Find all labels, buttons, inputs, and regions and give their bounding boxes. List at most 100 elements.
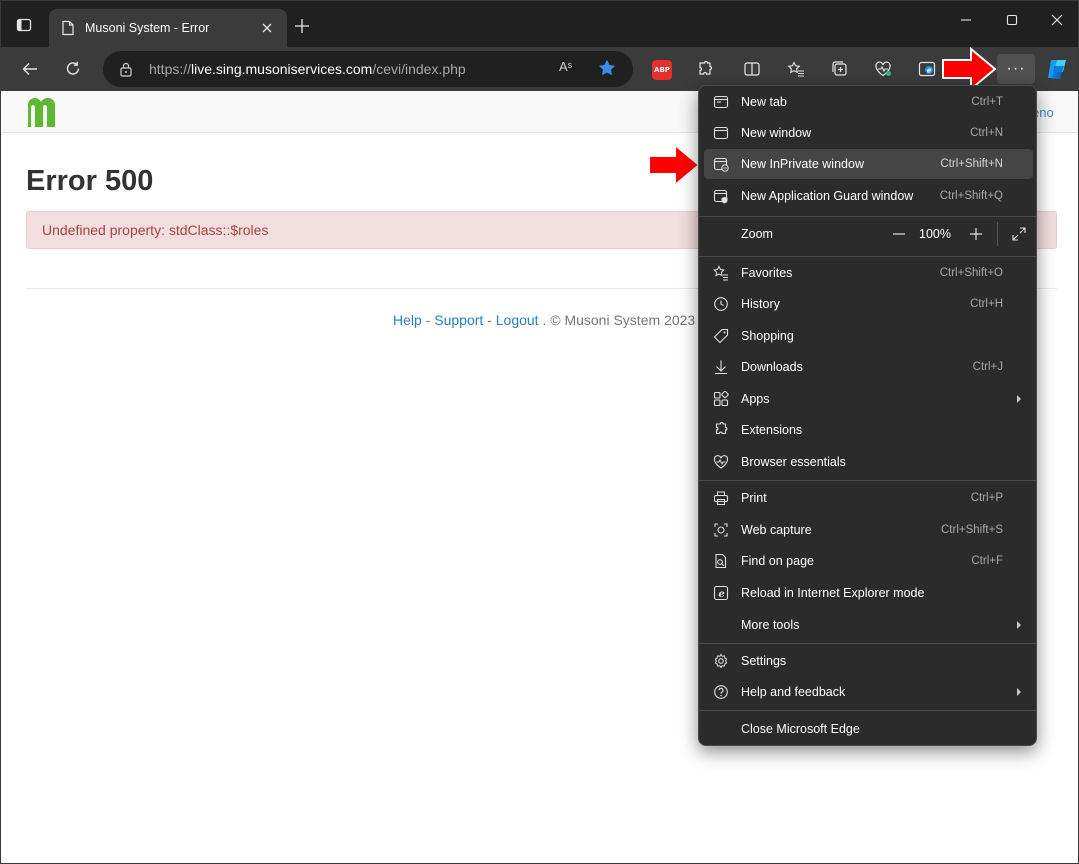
print-icon [712,489,730,507]
menu-item-label: Print [741,491,767,505]
logout-link[interactable]: Logout [496,312,539,328]
menu-item-new-inprivate-window[interactable]: New InPrivate window Ctrl+Shift+N [704,149,1033,179]
page-icon [61,20,75,36]
menu-item-shortcut: Ctrl+Shift+N [940,158,1003,170]
refresh-icon[interactable] [59,55,87,83]
history-icon [712,295,730,313]
url-scheme: https:// [149,61,192,77]
browser-window: Musoni System - Error https://live.sing.… [0,0,1079,864]
menu-item-label: Settings [741,654,787,668]
footer: Help - Support - Logout . © Musoni Syste… [393,312,695,328]
menu-item-settings[interactable]: Settings [704,646,1033,676]
menu-item-zoom: Zoom 100% [704,219,1033,249]
ie-mode-icon: e [712,584,730,602]
ie-mode-icon[interactable]: e [913,55,941,83]
more-options-button[interactable]: ··· [997,54,1035,84]
menu-item-extensions[interactable]: Extensions [704,415,1033,445]
menu-item-reload-ie-mode[interactable]: e Reload in Internet Explorer mode [704,578,1033,608]
menu-item-shopping[interactable]: Shopping [704,321,1033,351]
menu-item-downloads[interactable]: Downloads Ctrl+J [704,352,1033,382]
lock-icon[interactable] [119,61,135,77]
menu-item-label: Browser essentials [741,455,846,469]
menu-item-new-window[interactable]: New window Ctrl+N [704,118,1033,148]
apps-icon [712,390,730,408]
back-arrow-icon[interactable] [16,55,44,83]
menu-item-favorites[interactable]: Favorites Ctrl+Shift+O [704,258,1033,288]
menu-separator [699,480,1036,481]
menu-item-shortcut: Ctrl+J [972,361,1003,373]
menu-item-web-capture[interactable]: Web capture Ctrl+Shift+S [704,515,1033,545]
split-screen-icon[interactable] [738,55,766,83]
tab-active[interactable]: Musoni System - Error [49,9,287,47]
menu-item-shortcut: Ctrl+N [970,127,1003,139]
menu-separator [699,216,1036,217]
menu-item-apps[interactable]: Apps [704,384,1033,414]
maximize-icon[interactable] [997,9,1027,31]
menu-item-label: Close Microsoft Edge [741,722,860,736]
help-icon [712,683,730,701]
new-tab-icon [712,93,730,111]
menu-item-help-and-feedback[interactable]: Help and feedback [704,677,1033,707]
tab-actions-icon[interactable] [13,14,35,36]
new-window-icon [712,124,730,142]
menu-item-new-application-guard-window[interactable]: New Application Guard window Ctrl+Shift+… [704,181,1033,211]
zoom-out-icon[interactable] [889,224,909,244]
menu-item-label: More tools [741,618,800,632]
extensions-icon[interactable] [691,55,719,83]
browser-essentials-icon[interactable] [869,55,897,83]
menu-item-label: New Application Guard window [741,189,914,203]
error-alert-text: Undefined property: stdClass::$roles [42,222,269,238]
chevron-right-icon [1015,393,1023,405]
extensions-icon [712,421,730,439]
heart-pulse-icon [712,453,730,471]
address-bar[interactable]: https://live.sing.musoniservices.com/cev… [103,51,633,87]
menu-item-label: History [741,297,780,311]
menu-item-label: Help and feedback [741,685,846,699]
new-tab-plus-icon[interactable] [291,15,313,37]
menu-item-label: New tab [741,95,787,109]
menu-item-label: Zoom [741,227,773,241]
menu-item-label: Shopping [741,329,794,343]
collections-icon[interactable] [826,55,854,83]
menu-separator [699,256,1036,257]
footer-sep: - [483,312,496,328]
url-host: live.sing.musoniservices.com [191,61,373,77]
inprivate-icon [712,155,730,173]
read-aloud-icon[interactable]: Aˢ [559,59,581,79]
menu-item-new-tab[interactable]: New tab Ctrl+T [704,87,1033,117]
menu-item-label: New window [741,126,812,140]
url-text[interactable]: https://live.sing.musoniservices.com/cev… [149,61,466,77]
menu-item-print[interactable]: Print Ctrl+P [704,483,1033,513]
copilot-icon[interactable] [1045,56,1071,82]
settings-and-more-menu: New tab Ctrl+T New window Ctrl+N New InP… [698,85,1037,746]
menu-item-label: New InPrivate window [741,157,864,171]
menu-item-find-on-page[interactable]: Find on page Ctrl+F [704,546,1033,576]
fullscreen-icon[interactable] [1009,224,1029,244]
copyright-text: . © Musoni System 2023 [538,312,696,328]
zoom-in-icon[interactable] [966,224,986,244]
menu-item-shortcut: Ctrl+Shift+O [939,267,1003,279]
adblock-extension-icon[interactable]: ABP [652,60,672,80]
menu-item-browser-essentials[interactable]: Browser essentials [704,447,1033,477]
chevron-right-icon [1015,686,1023,698]
annotation-arrow-icon [648,142,701,188]
musoni-logo[interactable] [24,95,70,129]
menu-item-more-tools[interactable]: More tools [704,610,1033,640]
download-icon [712,358,730,376]
favorites-icon [712,264,730,282]
menu-item-shortcut: Ctrl+Shift+S [941,524,1003,536]
favorite-star-icon[interactable] [597,58,619,80]
footer-sep: - [421,312,435,328]
menu-item-close-microsoft-edge[interactable]: Close Microsoft Edge [704,714,1033,744]
support-link[interactable]: Support [434,312,483,328]
menu-item-history[interactable]: History Ctrl+H [704,289,1033,319]
help-link[interactable]: Help [393,312,422,328]
menu-item-shortcut: Ctrl+Shift+Q [939,190,1003,202]
close-window-icon[interactable] [1042,9,1072,31]
menu-item-shortcut: Ctrl+H [970,298,1003,310]
chevron-right-icon [1015,619,1023,631]
menu-item-shortcut: Ctrl+T [971,96,1003,108]
favorites-list-icon[interactable] [782,55,810,83]
close-tab-icon[interactable] [257,18,277,38]
minimize-icon[interactable] [951,9,981,31]
